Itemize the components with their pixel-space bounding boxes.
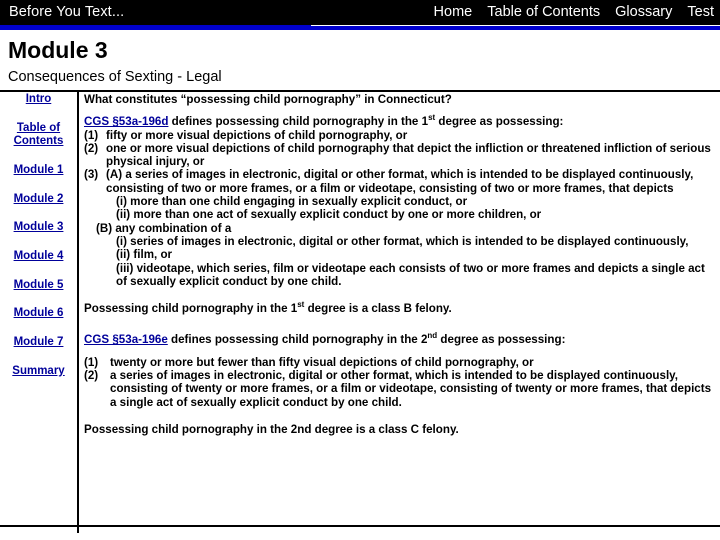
- sidebar-item-module-3[interactable]: Module 3: [0, 221, 77, 235]
- statute-2-lead-after: degree as possessing:: [437, 333, 566, 347]
- nav-table-of-contents[interactable]: Table of Contents: [487, 4, 600, 21]
- statute-2-lead-before: defines possessing child pornography in …: [167, 333, 428, 347]
- nav-test[interactable]: Test: [687, 4, 714, 21]
- sidebar-item-module-6[interactable]: Module 6: [0, 307, 77, 321]
- statute-1-item-3-b-iii: (iii) videotape, which series, film or v…: [116, 261, 705, 288]
- statute-1-item-1-marker: (1): [84, 128, 99, 142]
- sidebar-item-module-7[interactable]: Module 7: [0, 336, 77, 350]
- footer-divider-rule: [0, 525, 720, 527]
- statute-2-item-2: (2) a series of images in electronic, di…: [84, 369, 718, 409]
- top-nav-links: Home Table of Contents Glossary Test: [423, 4, 714, 21]
- statute-1-lead-after: degree as possessing:: [435, 115, 564, 129]
- statute-1-item-3-marker: (3): [84, 168, 99, 182]
- blue-accent-rule-left: [0, 25, 311, 30]
- statute-2-link[interactable]: CGS §53a-196e: [84, 333, 168, 346]
- sidebar-item-summary[interactable]: Summary: [0, 365, 77, 379]
- penalty-second-degree: Possessing child pornography in the 2nd …: [84, 422, 459, 436]
- penalty-first-degree-before: Possessing child pornography in the 1: [84, 302, 298, 316]
- statute-1-item-3-b-ii: (ii) film, or: [116, 248, 173, 262]
- sidebar-item-module-1[interactable]: Module 1: [0, 164, 77, 178]
- statute-2-item-2-text: a series of images in electronic, digita…: [110, 369, 712, 409]
- statute-1-item-3-subparagraph-a: (A) a series of images in electronic, di…: [106, 168, 694, 195]
- statute-2-item-2-marker: (2): [84, 369, 99, 383]
- statute-1-item-2: (2) one or more visual depictions of chi…: [84, 142, 718, 169]
- statute-1-item-2-marker: (2): [84, 141, 99, 155]
- statute-2-item-1: (1) twenty or more but fewer than fifty …: [84, 356, 718, 369]
- statute-1-item-3-a-ii: (ii) more than one act of sexually expli…: [116, 208, 542, 222]
- statute-2-item-1-marker: (1): [84, 355, 99, 369]
- sidebar-item-module-2[interactable]: Module 2: [0, 193, 77, 207]
- statute-1-lead-before: defines possessing child pornography in …: [168, 115, 429, 129]
- statute-2-ordinal-suffix: nd: [427, 331, 438, 341]
- sidebar-navigation: Intro Table of Contents Module 1 Module …: [0, 93, 77, 393]
- nav-glossary[interactable]: Glossary: [615, 4, 672, 21]
- penalty-first-degree-after: degree is a class B felony.: [304, 302, 452, 316]
- statute-1-lead: CGS §53a-196d defines possessing child p…: [84, 114, 718, 129]
- statute-1-item-2-text: one or more visual depictions of child p…: [106, 141, 711, 169]
- content-heading: What constitutes “possessing child porno…: [84, 93, 452, 106]
- header-divider-rule: [0, 90, 720, 92]
- sidebar-item-module-4[interactable]: Module 4: [0, 250, 77, 264]
- statute-2-item-1-text: twenty or more but fewer than fifty visu…: [110, 355, 534, 369]
- statute-2-lead: CGS §53a-196e defines possessing child p…: [84, 331, 718, 347]
- page-title: Module 3: [8, 37, 108, 63]
- main-content: What constitutes “possessing child porno…: [84, 93, 718, 445]
- statute-1-item-3: (3) (A) a series of images in electronic…: [84, 168, 718, 195]
- nav-home[interactable]: Home: [434, 4, 473, 21]
- statute-1-item-1: (1) fifty or more visual depictions of c…: [84, 129, 718, 142]
- statute-1-item-3-b-i: (i) series of images in electronic, digi…: [116, 234, 689, 248]
- site-brand-title: Before You Text...: [9, 4, 125, 20]
- sidebar-item-module-5[interactable]: Module 5: [0, 279, 77, 293]
- sidebar-item-intro[interactable]: Intro: [0, 93, 77, 107]
- statute-1-item-3-a-i: (i) more than one child engaging in sexu…: [116, 195, 468, 209]
- statute-1-link[interactable]: CGS §53a-196d: [84, 115, 168, 128]
- penalty-first-degree: Possessing child pornography in the 1st …: [84, 301, 718, 316]
- blue-accent-rule-right: [311, 26, 720, 30]
- page-subtitle: Consequences of Sexting - Legal: [8, 69, 222, 85]
- sidebar-item-table-of-contents[interactable]: Table of Contents: [0, 122, 77, 149]
- statute-1-item-3-subparagraph-b: (B) any combination of a: [96, 221, 232, 235]
- sidebar-divider-rule: [77, 92, 79, 533]
- statute-1-item-1-text: fifty or more visual depictions of child…: [106, 128, 408, 142]
